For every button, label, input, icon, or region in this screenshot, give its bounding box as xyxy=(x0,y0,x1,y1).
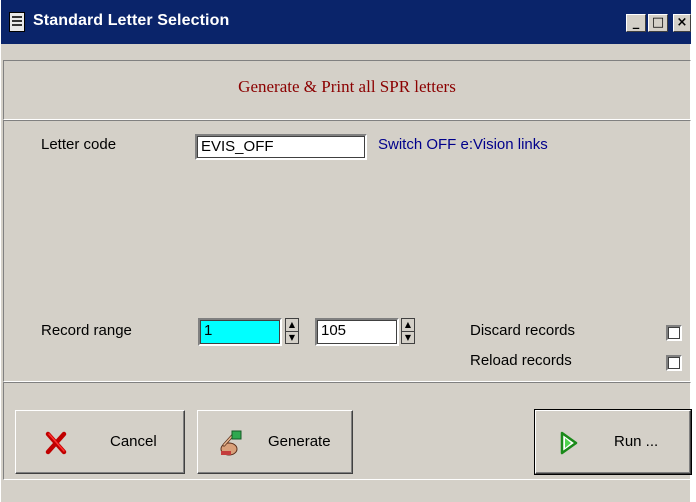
run-button-label: Run ... xyxy=(614,433,659,450)
cancel-button-label: Cancel xyxy=(110,433,157,450)
window-title: Standard Letter Selection xyxy=(33,12,230,29)
range-to-input[interactable]: 105 xyxy=(315,318,399,346)
range-from-input[interactable]: 1 xyxy=(198,318,282,346)
generate-button[interactable]: Generate xyxy=(197,410,353,474)
page-title: Generate & Print all SPR letters xyxy=(238,77,456,96)
record-range-label: Record range xyxy=(41,322,132,339)
letter-code-input[interactable]: EVIS_OFF xyxy=(195,134,367,160)
maximize-button[interactable]: □ xyxy=(648,14,668,32)
play-arrow-icon xyxy=(560,431,578,455)
discard-records-checkbox[interactable] xyxy=(666,325,682,341)
spin-down-icon[interactable]: ▼ xyxy=(286,332,298,344)
spin-up-icon[interactable]: ▲ xyxy=(286,319,298,332)
letter-code-label: Letter code xyxy=(41,136,117,153)
header-panel: Generate & Print all SPR letters xyxy=(3,60,691,120)
reload-records-checkbox[interactable] xyxy=(666,355,682,371)
cancel-x-icon xyxy=(45,431,67,455)
minimize-button[interactable]: _ xyxy=(626,14,646,32)
title-bar[interactable]: Standard Letter Selection _ □ × xyxy=(1,0,691,44)
spin-down-icon[interactable]: ▼ xyxy=(402,332,414,344)
reload-records-label: Reload records xyxy=(470,352,572,369)
document-icon xyxy=(9,12,25,32)
standard-letter-selection-window: Standard Letter Selection _ □ × Generate… xyxy=(0,0,692,502)
range-from-spinner[interactable]: ▲ ▼ xyxy=(285,318,299,344)
letter-description: Switch OFF e:Vision links xyxy=(378,136,548,153)
spin-up-icon[interactable]: ▲ xyxy=(402,319,414,332)
range-to-spinner[interactable]: ▲ ▼ xyxy=(401,318,415,344)
discard-records-label: Discard records xyxy=(470,322,576,339)
hand-pointer-icon xyxy=(220,430,242,456)
generate-button-label: Generate xyxy=(268,433,331,450)
cancel-button[interactable]: Cancel xyxy=(15,410,185,474)
run-button[interactable]: Run ... xyxy=(534,409,692,475)
close-button[interactable]: × xyxy=(673,14,691,32)
